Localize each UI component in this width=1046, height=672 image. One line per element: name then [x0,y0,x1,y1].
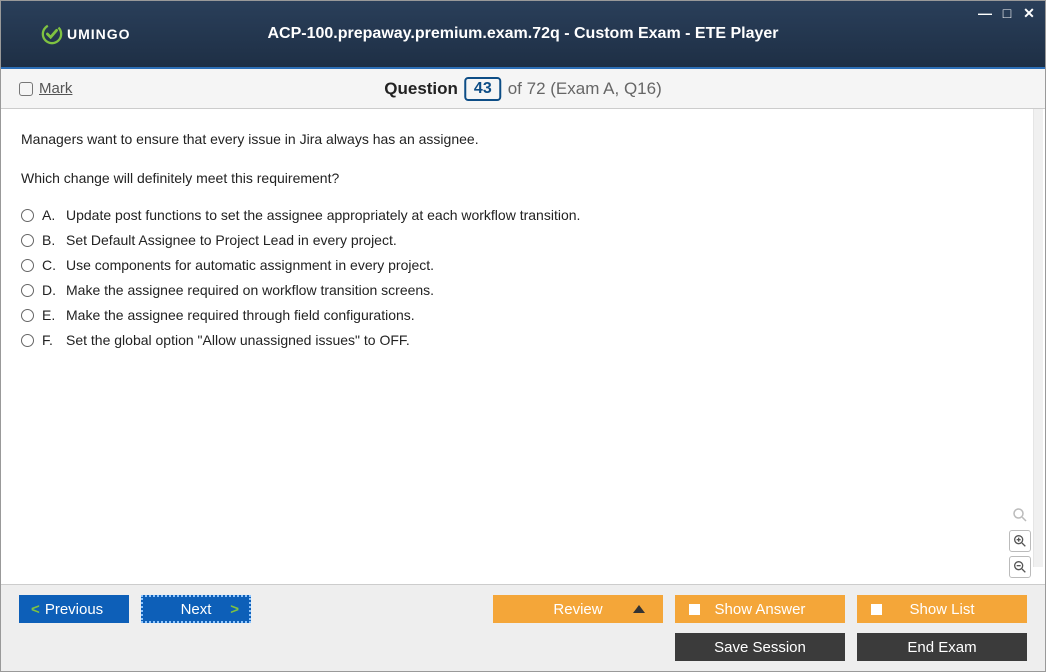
maximize-icon[interactable]: □ [999,5,1015,22]
question-line-1: Managers want to ensure that every issue… [21,129,1025,150]
next-button[interactable]: Next > [141,595,251,623]
answer-option[interactable]: F. Set the global option "Allow unassign… [21,332,1025,348]
square-icon [689,604,700,615]
footer-row-1: < Previous Next > Review Show Answer Sho… [19,595,1027,623]
next-label: Next [181,601,212,618]
previous-label: Previous [45,601,103,618]
radio-icon[interactable] [21,309,34,322]
radio-icon[interactable] [21,334,34,347]
end-exam-label: End Exam [907,639,976,656]
answer-text: Update post functions to set the assigne… [66,207,580,223]
answer-option[interactable]: C. Use components for automatic assignme… [21,257,1025,273]
answer-letter: E. [42,307,58,323]
answer-text: Set the global option "Allow unassigned … [66,332,410,348]
question-number: 43 [464,77,502,101]
brand-text: UMINGO [67,26,131,42]
answer-letter: D. [42,282,58,298]
review-button[interactable]: Review [493,595,663,623]
question-line-2: Which change will definitely meet this r… [21,168,1025,189]
question-total: of 72 (Exam A, Q16) [508,79,662,99]
answer-letter: F. [42,332,58,348]
close-icon[interactable]: ✕ [1021,5,1037,22]
zoom-in-icon[interactable] [1009,530,1031,552]
mark-label: Mark [39,80,72,97]
question-label: Question [384,79,458,99]
chevron-left-icon: < [31,601,40,618]
answer-letter: A. [42,207,58,223]
scrollbar[interactable] [1033,109,1043,567]
show-list-label: Show List [909,601,974,618]
show-answer-label: Show Answer [715,601,806,618]
footer: < Previous Next > Review Show Answer Sho… [1,584,1045,671]
review-label: Review [553,601,602,618]
radio-icon[interactable] [21,209,34,222]
window-controls: — □ ✕ [977,5,1037,22]
mark-toggle[interactable]: Mark [19,80,72,97]
save-session-button[interactable]: Save Session [675,633,845,661]
save-session-label: Save Session [714,639,806,656]
footer-row-2: Save Session End Exam [19,633,1027,661]
window-title: ACP-100.prepaway.premium.exam.72q - Cust… [267,25,778,43]
end-exam-button[interactable]: End Exam [857,633,1027,661]
radio-icon[interactable] [21,259,34,272]
mark-checkbox[interactable] [19,82,33,96]
answer-text: Use components for automatic assignment … [66,257,434,273]
zoom-out-icon[interactable] [1009,556,1031,578]
zoom-controls [1009,504,1031,578]
content-area: Managers want to ensure that every issue… [1,109,1045,584]
content-wrap: Managers want to ensure that every issue… [1,109,1045,584]
answer-option[interactable]: D. Make the assignee required on workflo… [21,282,1025,298]
chevron-right-icon: > [230,601,239,618]
titlebar: UMINGO ACP-100.prepaway.premium.exam.72q… [1,1,1045,69]
radio-icon[interactable] [21,234,34,247]
brand-logo: UMINGO [41,23,131,45]
question-header: Mark Question 43 of 72 (Exam A, Q16) [1,69,1045,109]
previous-button[interactable]: < Previous [19,595,129,623]
minimize-icon[interactable]: — [977,5,993,22]
show-answer-button[interactable]: Show Answer [675,595,845,623]
app-window: UMINGO ACP-100.prepaway.premium.exam.72q… [0,0,1046,672]
answer-text: Make the assignee required on workflow t… [66,282,434,298]
checkmark-icon [41,23,63,45]
show-list-button[interactable]: Show List [857,595,1027,623]
answer-option[interactable]: B. Set Default Assignee to Project Lead … [21,232,1025,248]
question-indicator: Question 43 of 72 (Exam A, Q16) [384,77,661,101]
square-icon [871,604,882,615]
answer-option[interactable]: E. Make the assignee required through fi… [21,307,1025,323]
question-text: Managers want to ensure that every issue… [21,129,1025,189]
answer-text: Make the assignee required through field… [66,307,415,323]
answer-letter: B. [42,232,58,248]
answers-list: A. Update post functions to set the assi… [21,207,1025,348]
answer-letter: C. [42,257,58,273]
answer-option[interactable]: A. Update post functions to set the assi… [21,207,1025,223]
search-icon[interactable] [1009,504,1031,526]
triangle-up-icon [633,605,645,613]
radio-icon[interactable] [21,284,34,297]
answer-text: Set Default Assignee to Project Lead in … [66,232,397,248]
